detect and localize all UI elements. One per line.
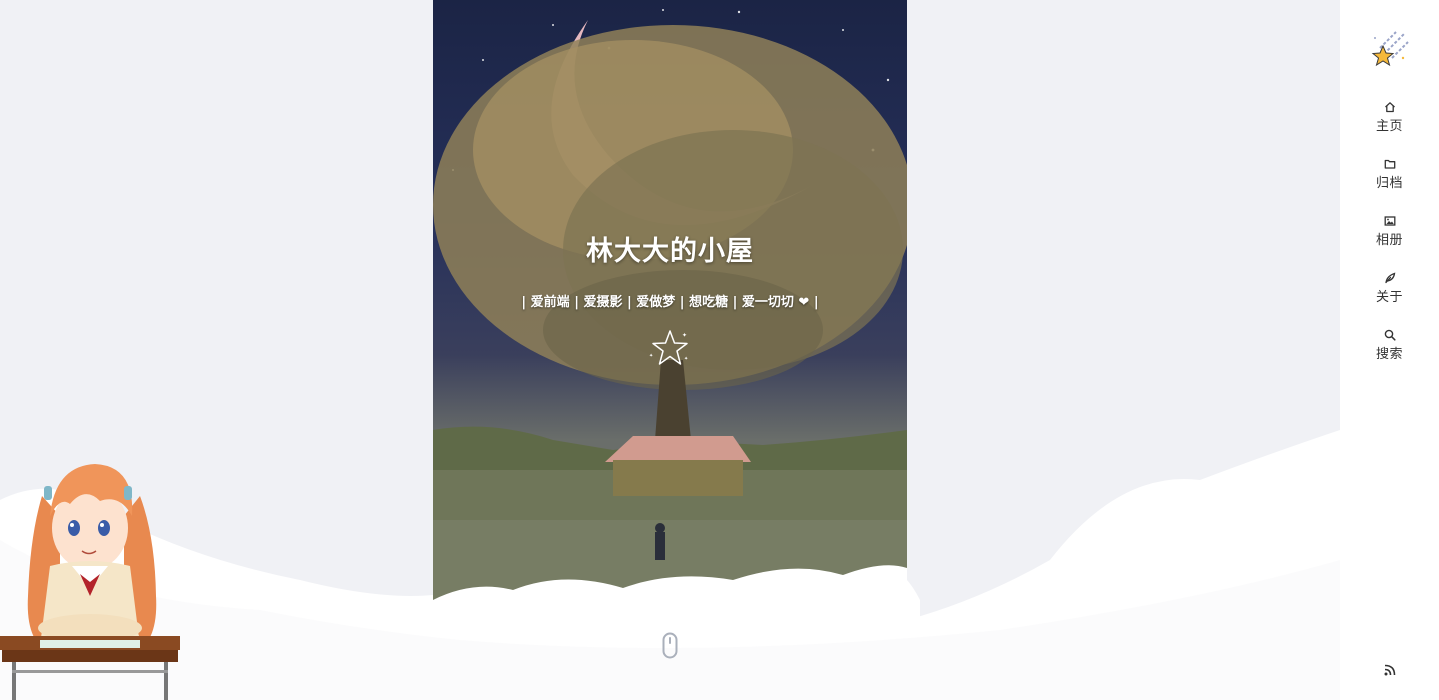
site-title: 林大大的小屋	[586, 236, 754, 267]
svg-text:✦: ✦	[684, 356, 688, 362]
logo-star-icon[interactable]	[1370, 28, 1410, 68]
rss-icon[interactable]	[1384, 664, 1396, 676]
scroll-down-icon[interactable]	[662, 632, 678, 659]
feather-icon	[1384, 272, 1395, 284]
folder-icon	[1384, 159, 1395, 169]
star-icon: ✦ ✦ ✦	[649, 330, 688, 365]
sidebar-item-home[interactable]: 主页	[1340, 101, 1439, 145]
sidebar-item-label: 主页	[1375, 119, 1403, 134]
sidebar-item-label: 归档	[1375, 176, 1403, 191]
sidebar-item-about[interactable]: 关于	[1340, 272, 1439, 316]
search-icon	[1384, 329, 1396, 341]
hero-banner: 林大大的小屋 | 爱前端 | 爱摄影 | 爱做梦 | 想吃糖 | 爱一切切 ❤ …	[433, 0, 907, 612]
home-icon	[1384, 102, 1395, 113]
sidebar: 主页 归档 相册 关于 搜索	[1340, 0, 1439, 700]
site-subtitle: | 爱前端 | 爱摄影 | 爱做梦 | 想吃糖 | 爱一切切 ❤ |	[521, 295, 819, 310]
svg-text:✦: ✦	[682, 332, 687, 339]
image-icon	[1384, 216, 1395, 226]
sidebar-item-archive[interactable]: 归档	[1340, 158, 1439, 202]
svg-text:✦: ✦	[649, 353, 653, 359]
sidebar-item-label: 相册	[1375, 233, 1403, 248]
mascot-character[interactable]	[0, 456, 182, 700]
sidebar-item-search[interactable]: 搜索	[1340, 329, 1439, 373]
sidebar-item-album[interactable]: 相册	[1340, 215, 1439, 259]
sidebar-item-label: 搜索	[1375, 347, 1403, 362]
sidebar-item-label: 关于	[1375, 290, 1403, 305]
